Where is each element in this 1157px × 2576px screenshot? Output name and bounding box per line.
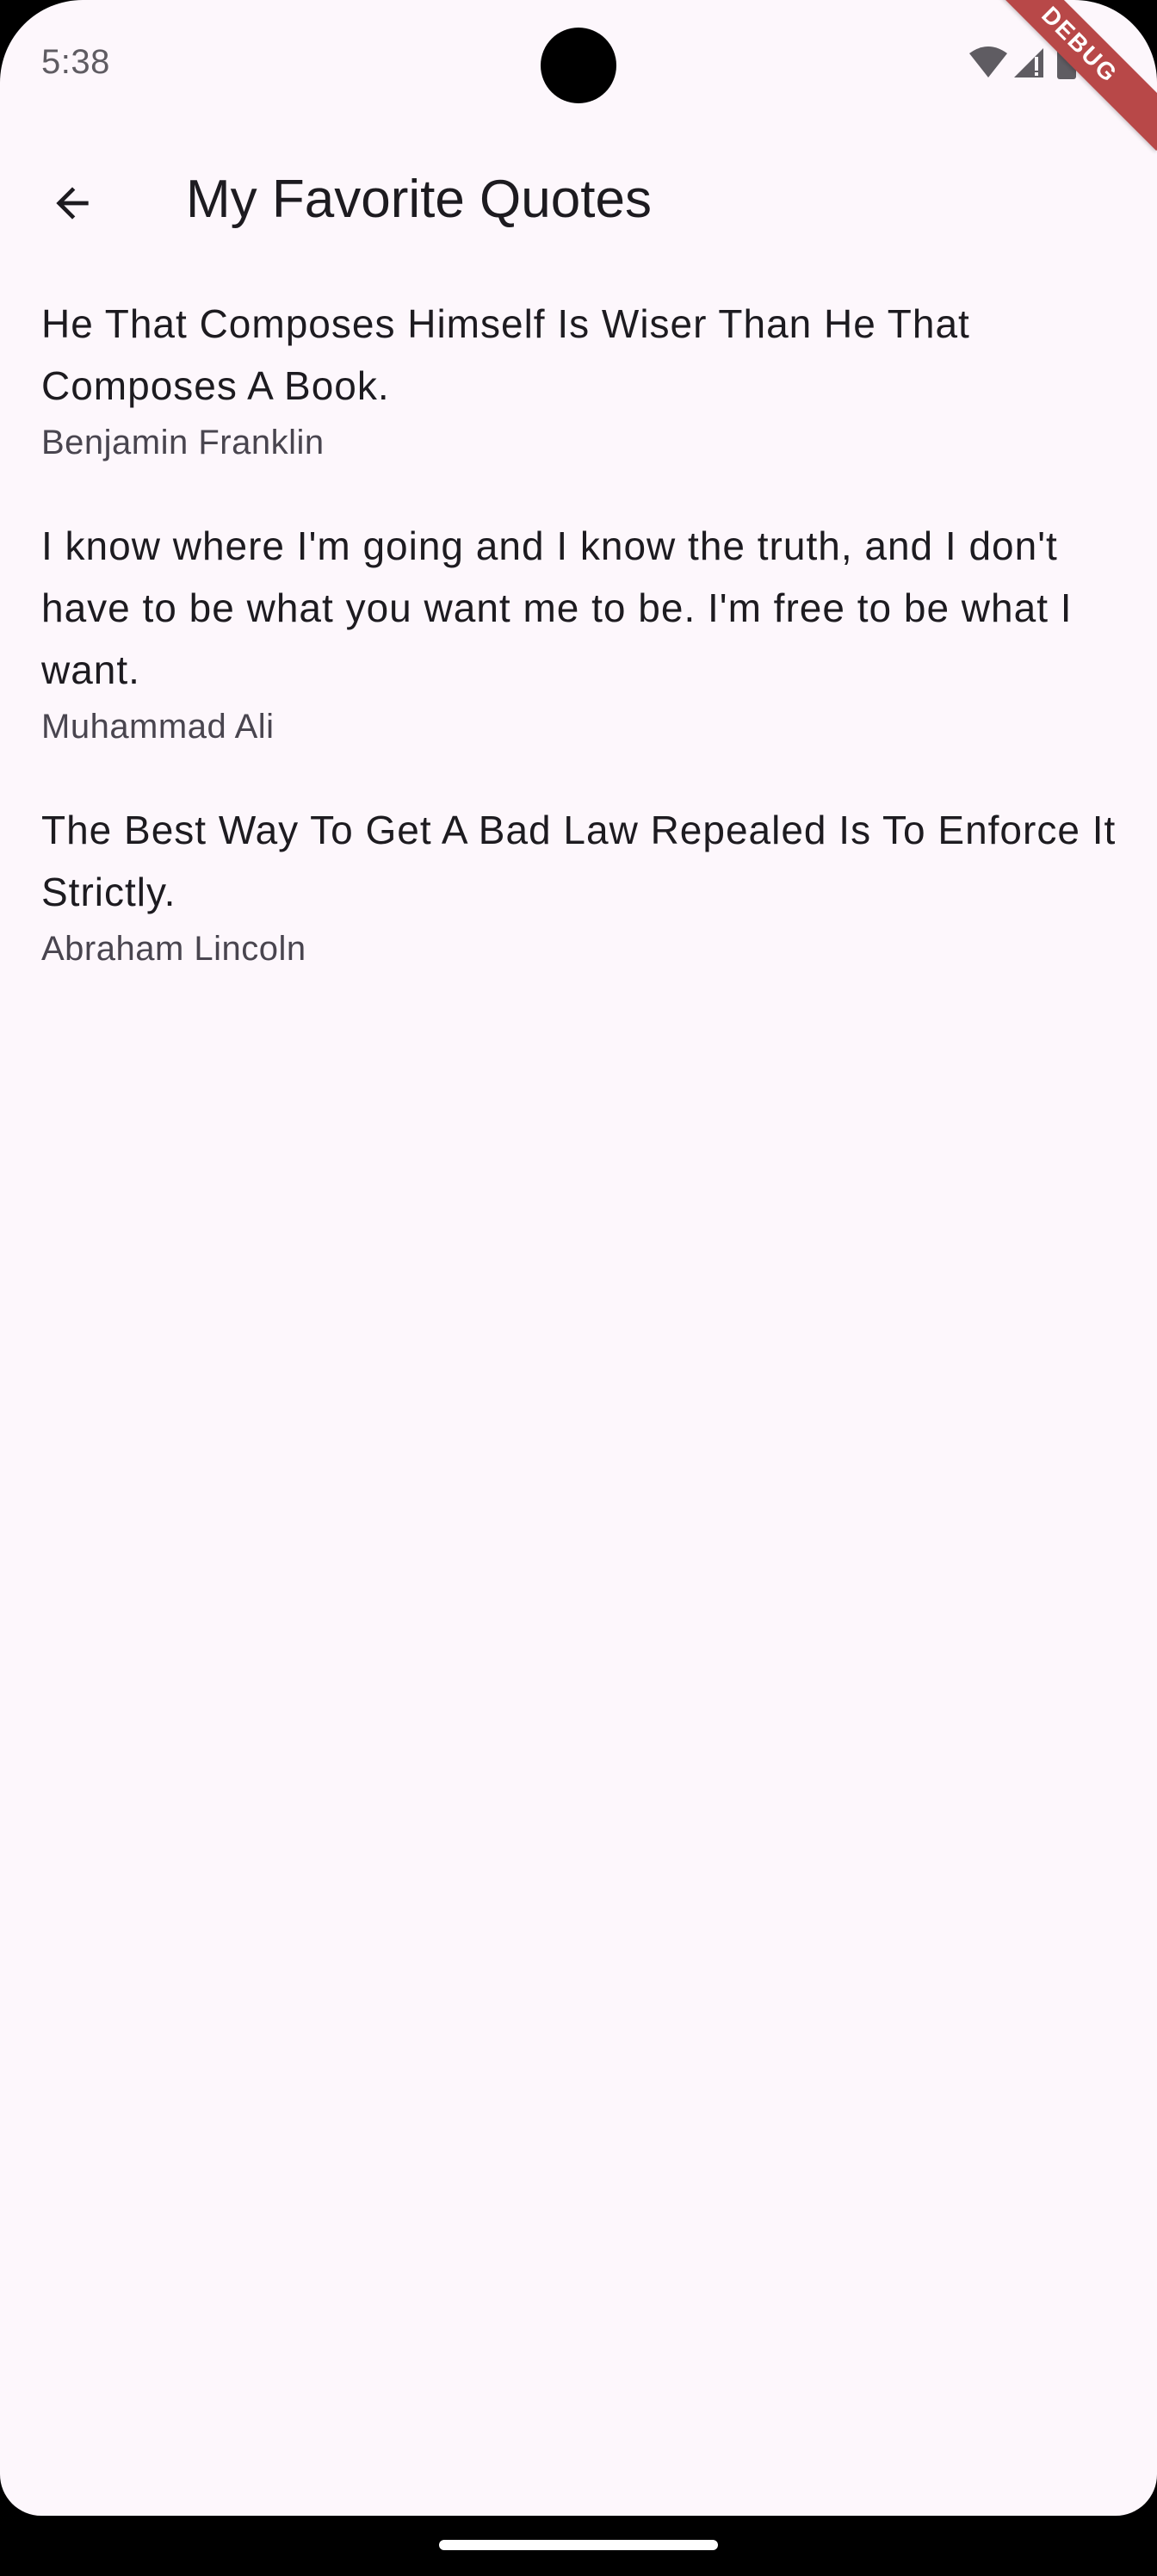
quote-author: Muhammad Ali: [41, 708, 275, 746]
status-time: 5:38: [41, 43, 110, 81]
quote-text: I know where I'm going and I know the tr…: [41, 523, 1073, 692]
quote-text: He That Composes Himself Is Wiser Than H…: [41, 301, 970, 408]
arrow-back-icon: [56, 187, 89, 220]
quote-list: He That Composes Himself Is Wiser Than H…: [41, 293, 1117, 1021]
status-bar: 5:38: [0, 0, 1157, 131]
wifi-icon: [969, 46, 1007, 77]
app-bar: My Favorite Quotes: [0, 131, 1157, 269]
quote-author: Abraham Lincoln: [41, 930, 306, 968]
page-title: My Favorite Quotes: [186, 170, 652, 229]
camera-cutout: [541, 28, 616, 103]
quote-author: Benjamin Franklin: [41, 424, 325, 461]
quote-text: The Best Way To Get A Bad Law Repealed I…: [41, 808, 1117, 914]
app-screen: 5:38 DEBUG My Favorite Quotes He That Co…: [0, 0, 1157, 2516]
list-item[interactable]: I know where I'm going and I know the tr…: [41, 515, 1117, 752]
list-item[interactable]: The Best Way To Get A Bad Law Repealed I…: [41, 799, 1117, 975]
gesture-nav-handle[interactable]: [439, 2540, 718, 2550]
cellular-signal-icon: [1014, 48, 1043, 77]
list-item[interactable]: He That Composes Himself Is Wiser Than H…: [41, 293, 1117, 468]
back-button[interactable]: [31, 162, 114, 245]
